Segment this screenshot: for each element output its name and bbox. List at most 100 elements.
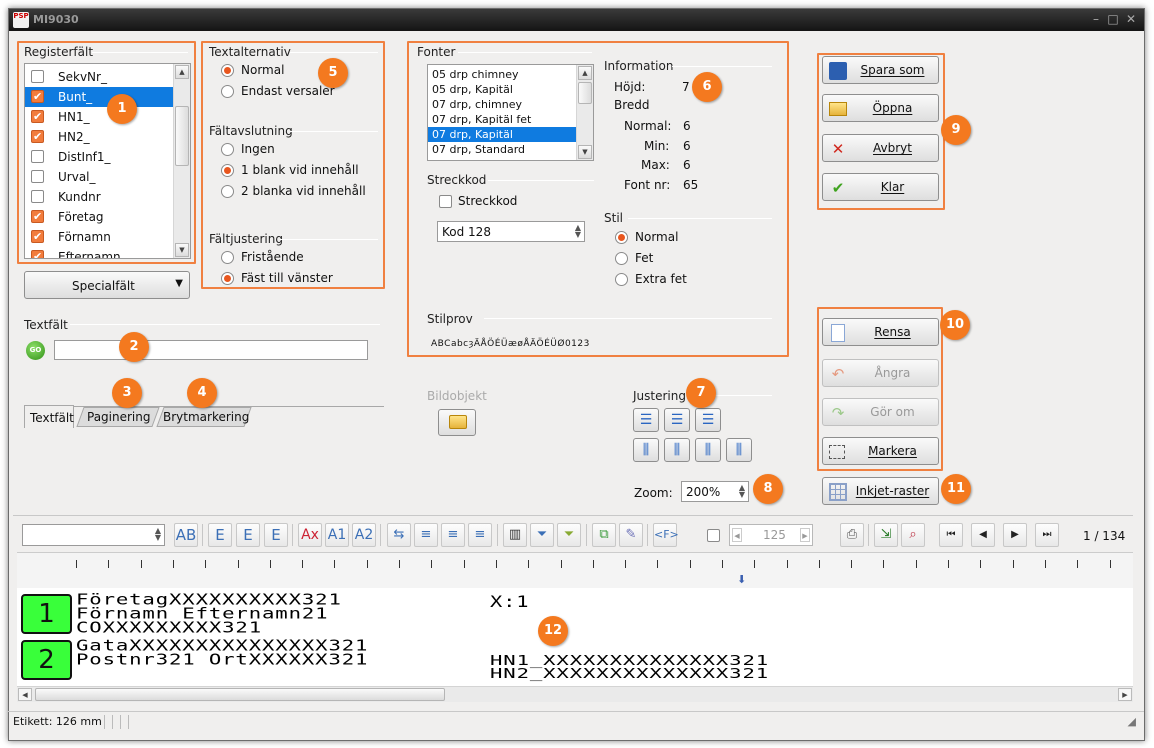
zoom-search-icon[interactable]: ⌕: [901, 523, 925, 547]
registerfalt-checkbox[interactable]: [31, 190, 44, 203]
registerfalt-item[interactable]: Kundnr: [25, 187, 175, 207]
registerfalt-item[interactable]: HN2_: [25, 127, 175, 147]
bildobjekt-button[interactable]: [438, 409, 476, 436]
e-medium-button[interactable]: E: [236, 523, 260, 547]
scroll-right-icon[interactable]: ▶: [1118, 688, 1132, 701]
align-top-center-icon[interactable]: ☰: [664, 408, 690, 432]
font-list-item[interactable]: 07 drp, Standard: [428, 142, 578, 157]
gor-om-button[interactable]: ↷ Gör om: [822, 398, 939, 426]
registerfalt-checkbox[interactable]: [31, 227, 44, 247]
faltjustering-radio[interactable]: [221, 251, 234, 264]
align-right-icon[interactable]: ≡: [468, 523, 492, 547]
next-page-icon[interactable]: ▶: [1003, 523, 1027, 547]
registerfalt-list[interactable]: EfternamnFörnamnFöretagKundnrUrval_DistI…: [24, 63, 191, 259]
tab-textfalt[interactable]: Textfält: [24, 405, 74, 428]
go-icon[interactable]: GO: [26, 341, 45, 360]
font-list-item[interactable]: 07 drp, chimney: [428, 97, 578, 112]
wrap-icon[interactable]: ⇆: [387, 523, 411, 547]
chevron-right-icon[interactable]: ▶: [800, 528, 810, 542]
registerfalt-checkbox[interactable]: [31, 87, 44, 107]
fonter-list[interactable]: 07 drp, Tunn07 drp, Standard07 drp, Kapi…: [427, 64, 594, 161]
registerfalt-item[interactable]: SekvNr_: [25, 67, 175, 87]
registerfalt-checkbox[interactable]: [31, 127, 44, 147]
filter-clear-icon[interactable]: ⏷: [557, 523, 581, 547]
e-small-button[interactable]: E: [208, 523, 232, 547]
align-top-left-icon[interactable]: ☰: [633, 408, 659, 432]
align-top-right-icon[interactable]: ☰: [695, 408, 721, 432]
font-list-item[interactable]: 07 drp, Tunn: [428, 157, 578, 160]
align-vertical-bottom-icon[interactable]: ⫼: [695, 438, 721, 462]
stil-radio[interactable]: [615, 231, 628, 244]
fonter-scrollbar[interactable]: ▲ ▼: [576, 65, 593, 160]
minimize-icon[interactable]: –: [1088, 11, 1104, 27]
align-center-icon[interactable]: ≡: [441, 523, 465, 547]
angra-button[interactable]: ↶ Ångra: [822, 359, 939, 387]
registerfalt-checkbox[interactable]: [31, 207, 44, 227]
clear-format-button[interactable]: Ax: [298, 523, 322, 547]
faltjustering-radio[interactable]: [221, 272, 234, 285]
chevron-left-icon[interactable]: ◀: [732, 528, 742, 542]
export-icon[interactable]: ⇲: [874, 523, 898, 547]
scroll-up-icon[interactable]: ▲: [578, 66, 592, 80]
scroll-down-icon[interactable]: ▼: [175, 243, 189, 257]
barcode-icon[interactable]: ▥: [503, 523, 527, 547]
align-vertical-split-icon[interactable]: ⫼: [726, 438, 752, 462]
resize-grip-icon[interactable]: ◢: [1128, 715, 1136, 728]
previous-page-icon[interactable]: ◀: [971, 523, 995, 547]
faltavslutning-radio[interactable]: [221, 143, 234, 156]
textalternativ-radio[interactable]: [221, 85, 234, 98]
registerfalt-checkbox[interactable]: [31, 107, 44, 127]
close-icon[interactable]: ✕: [1123, 11, 1139, 27]
align-left-icon[interactable]: ≡: [414, 523, 438, 547]
a1-button[interactable]: A1: [325, 523, 349, 547]
scroll-thumb[interactable]: [175, 106, 189, 166]
avbryt-button[interactable]: ✕ Avbryt: [822, 134, 939, 162]
registerfalt-item[interactable]: Företag: [25, 207, 175, 227]
scroll-thumb[interactable]: [35, 688, 445, 701]
klar-button[interactable]: ✔ Klar: [822, 173, 939, 201]
rensa-button[interactable]: Rensa: [822, 318, 939, 346]
zoom-select[interactable]: 200% ▲ ▼: [681, 481, 749, 502]
first-page-icon[interactable]: ⏮: [939, 523, 963, 547]
stil-radio[interactable]: [615, 252, 628, 265]
registerfalt-item[interactable]: DistInf1_: [25, 147, 175, 167]
last-page-icon[interactable]: ⏭: [1035, 523, 1059, 547]
registerfalt-checkbox[interactable]: [31, 70, 44, 83]
faltavslutning-radio[interactable]: [221, 164, 234, 177]
field-code-button[interactable]: <F>: [653, 523, 679, 547]
registerfalt-item[interactable]: Urval_: [25, 167, 175, 187]
scroll-down-icon[interactable]: ▼: [578, 145, 592, 159]
textfalt-input[interactable]: [54, 340, 368, 360]
value-spinner[interactable]: ◀ 125 ▶: [729, 524, 813, 546]
specialfalt-dropdown[interactable]: Specialfält ▼: [24, 271, 190, 299]
toolbar-checkbox[interactable]: [707, 529, 720, 542]
font-list-item[interactable]: 05 drp chimney: [428, 67, 578, 82]
scroll-left-icon[interactable]: ◀: [18, 688, 32, 701]
font-list-item[interactable]: 05 drp, Kapitäl: [428, 82, 578, 97]
registerfalt-item[interactable]: Förnamn: [25, 227, 175, 247]
filter-icon[interactable]: ⏷: [530, 523, 554, 547]
registerfalt-checkbox[interactable]: [31, 150, 44, 163]
print-icon[interactable]: ⎙: [840, 523, 864, 547]
horizontal-scrollbar[interactable]: ◀ ▶: [17, 686, 1133, 702]
streckkod-select[interactable]: Kod 128 ▲ ▼: [437, 221, 585, 242]
align-vertical-top-icon[interactable]: ⫼: [633, 438, 659, 462]
registerfalt-scrollbar[interactable]: ▲ ▼: [173, 64, 190, 258]
registerfalt-item[interactable]: Bunt_: [25, 87, 175, 107]
copy-add-icon[interactable]: ⧉: [592, 523, 616, 547]
streckkod-checkbox[interactable]: [439, 195, 452, 208]
ab-button[interactable]: AB: [174, 523, 198, 547]
attach-icon[interactable]: ✎: [619, 523, 643, 547]
align-vertical-center-icon[interactable]: ⫼: [664, 438, 690, 462]
registerfalt-checkbox[interactable]: [31, 247, 44, 258]
maximize-icon[interactable]: □: [1105, 11, 1121, 27]
textalternativ-radio[interactable]: [221, 64, 234, 77]
registerfalt-checkbox[interactable]: [31, 170, 44, 183]
font-select[interactable]: ▲ ▼: [22, 524, 165, 546]
markera-button[interactable]: Markera: [822, 437, 939, 465]
ruler-marker-icon[interactable]: ⬇: [737, 573, 746, 586]
font-list-item[interactable]: 07 drp, Kapitäl: [428, 127, 578, 142]
scroll-thumb[interactable]: [578, 82, 592, 104]
scroll-up-icon[interactable]: ▲: [175, 65, 189, 79]
oppna-button[interactable]: Öppna: [822, 94, 939, 122]
